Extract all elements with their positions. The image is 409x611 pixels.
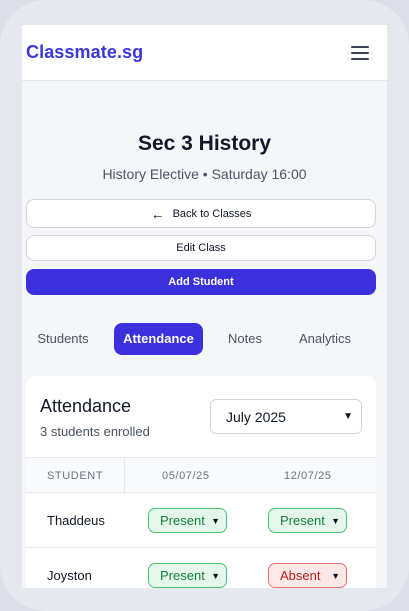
class-title: Sec 3 History	[137, 132, 272, 155]
brand-logo[interactable]: Classmate.sg	[26, 42, 143, 63]
edit-button-label: Edit Class	[176, 242, 226, 254]
status-value: Absent	[280, 568, 321, 583]
column-header-date-2: 12/07/25	[284, 470, 332, 482]
chevron-down-icon: ▼	[343, 411, 353, 422]
attendance-title: Attendance	[40, 396, 132, 416]
class-subtitle: History Elective • Saturday 16:00	[102, 166, 307, 182]
column-header-date-1: 05/07/25	[162, 470, 210, 482]
chevron-down-icon: ▼	[211, 515, 220, 526]
add-student-button[interactable]: Add Student	[26, 269, 376, 295]
status-value: Present	[280, 513, 325, 528]
chevron-down-icon: ▼	[211, 570, 220, 581]
attendance-table-header: STUDENT 05/07/25 12/07/25	[26, 457, 376, 494]
edit-class-button[interactable]: Edit Class	[26, 235, 376, 261]
arrow-left-icon: ←	[150, 205, 165, 222]
month-select-value: July 2025	[226, 408, 286, 425]
attendance-status-select[interactable]: Absent ▼	[268, 563, 347, 588]
attendance-card: Attendance 3 students enrolled July 2025…	[26, 376, 376, 588]
hamburger-menu-icon[interactable]	[351, 45, 369, 60]
month-select[interactable]: July 2025 ▼	[210, 399, 362, 434]
chevron-down-icon: ▼	[331, 515, 340, 526]
chevron-down-icon: ▼	[331, 570, 340, 581]
device-frame: Classmate.sg Sec 3 History History Elect…	[0, 0, 409, 611]
status-value: Present	[160, 568, 205, 583]
status-value: Present	[160, 513, 205, 528]
top-bar: Classmate.sg	[22, 25, 387, 81]
attendance-card-header: Attendance 3 students enrolled July 2025…	[26, 376, 376, 457]
app-screen: Classmate.sg Sec 3 History History Elect…	[22, 25, 387, 588]
tab-analytics[interactable]: Analytics	[296, 323, 354, 355]
class-tabs: Students Attendance Notes Analytics	[22, 323, 387, 355]
attendance-status-select[interactable]: Present ▼	[148, 563, 227, 588]
student-name: Thaddeus	[47, 513, 105, 528]
column-divider	[124, 458, 125, 494]
student-name: Joyston	[47, 568, 92, 583]
table-row: Thaddeus Present ▼ Present ▼	[26, 493, 376, 548]
back-to-classes-button[interactable]: ← Back to Classes	[26, 199, 376, 228]
attendance-status-select[interactable]: Present ▼	[268, 508, 347, 533]
tab-notes[interactable]: Notes	[226, 323, 264, 355]
add-button-label: Add Student	[168, 276, 234, 288]
attendance-status-select[interactable]: Present ▼	[148, 508, 227, 533]
tab-students[interactable]: Students	[36, 323, 90, 355]
back-button-label: Back to Classes	[172, 207, 252, 220]
enrolled-count: 3 students enrolled	[40, 424, 150, 439]
class-header: Sec 3 History History Elective • Saturda…	[22, 81, 387, 182]
table-row: Joyston Present ▼ Absent ▼	[26, 548, 376, 588]
tab-attendance[interactable]: Attendance	[114, 323, 203, 355]
column-header-student: STUDENT	[47, 470, 104, 482]
